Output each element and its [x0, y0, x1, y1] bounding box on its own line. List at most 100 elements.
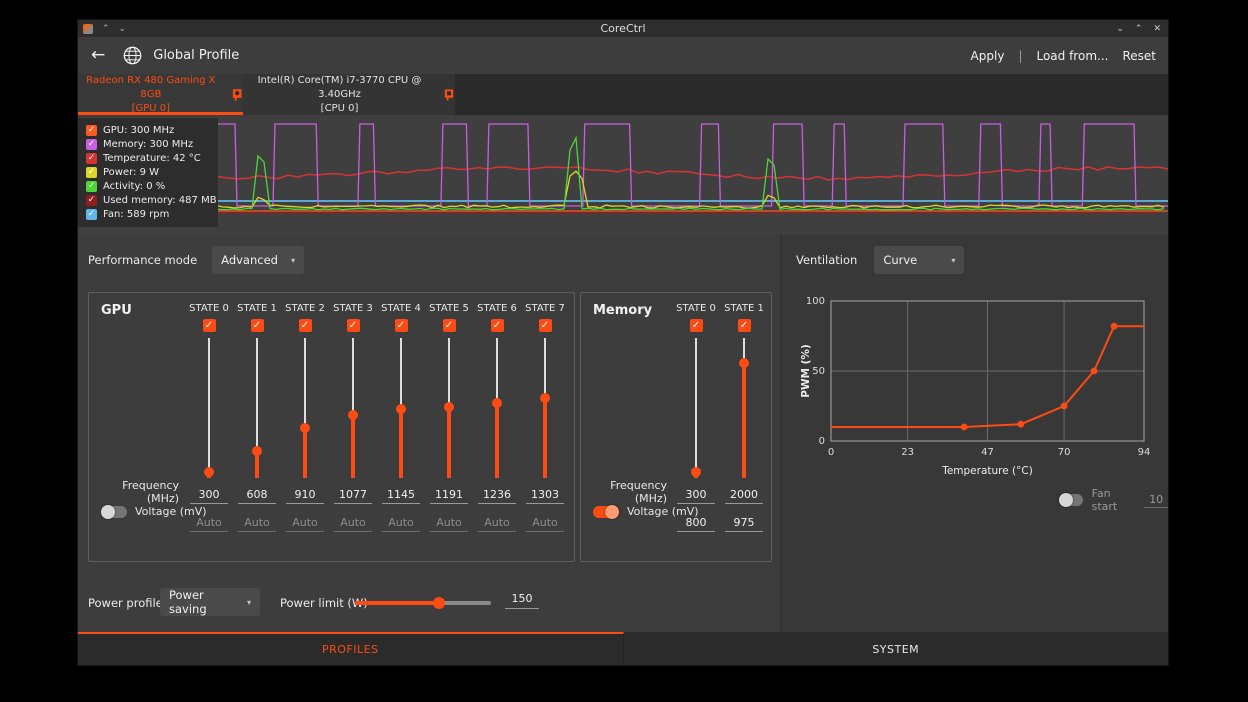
fan-curve-point[interactable] — [1061, 403, 1068, 410]
state-checkbox[interactable]: ✓ — [539, 319, 552, 332]
tab-gpu[interactable]: Radeon RX 480 Gaming X 8GB[GPU 0] — [78, 74, 243, 115]
frequency-value[interactable]: 1191 — [430, 488, 468, 504]
reset-button[interactable]: Reset — [1122, 49, 1156, 63]
keep-above-icon[interactable]: ⌃ — [102, 24, 110, 34]
frequency-value[interactable]: 300 — [677, 488, 715, 504]
frequency-slider[interactable] — [203, 338, 215, 478]
apply-button[interactable]: Apply — [971, 49, 1005, 63]
legend-checkbox-icon[interactable]: ✓ — [86, 195, 97, 206]
frequency-value[interactable]: 608 — [238, 488, 276, 504]
voltage-value[interactable]: Auto — [190, 516, 228, 532]
slider-handle[interactable] — [396, 404, 406, 414]
fan-start-value[interactable]: 10 — [1144, 493, 1168, 508]
power-limit-slider[interactable] — [355, 601, 491, 605]
frequency-value[interactable]: 2000 — [725, 488, 763, 504]
fan-curve-point[interactable] — [1091, 368, 1098, 375]
fan-start-toggle[interactable] — [1059, 494, 1083, 506]
slider-handle[interactable] — [204, 467, 214, 477]
fan-curve-point[interactable] — [1017, 421, 1024, 428]
back-button[interactable]: ← — [91, 47, 105, 64]
state-checkbox[interactable]: ✓ — [491, 319, 504, 332]
voltage-value[interactable]: Auto — [526, 516, 564, 532]
window-title: CoreCtrl — [600, 22, 645, 35]
frequency-value[interactable]: 910 — [286, 488, 324, 504]
frequency-value[interactable]: 1303 — [526, 488, 564, 504]
state-checkbox[interactable]: ✓ — [443, 319, 456, 332]
chevron-down-icon: ▾ — [239, 598, 251, 607]
state-checkbox[interactable]: ✓ — [347, 319, 360, 332]
maximize-button[interactable]: ⌃ — [1135, 24, 1143, 34]
power-limit-slider-handle[interactable] — [433, 597, 445, 609]
frequency-slider[interactable] — [395, 338, 407, 478]
fan-curve-point[interactable] — [961, 424, 968, 431]
voltage-value[interactable]: Auto — [382, 516, 420, 532]
frequency-value[interactable]: 1077 — [334, 488, 372, 504]
power-profile-select[interactable]: Power saving ▾ — [160, 588, 260, 616]
legend-checkbox-icon[interactable]: ✓ — [86, 181, 97, 192]
voltage-value[interactable]: Auto — [334, 516, 372, 532]
legend-label: Temperature: 42 °C — [103, 153, 201, 164]
state-column: STATE 1✓2000975 — [720, 303, 768, 532]
state-checkbox[interactable]: ✓ — [299, 319, 312, 332]
load-from-button[interactable]: Load from... — [1036, 49, 1108, 63]
slider-fill — [495, 400, 499, 478]
legend-checkbox-icon[interactable]: ✓ — [86, 139, 97, 150]
legend-checkbox-icon[interactable]: ✓ — [86, 125, 97, 136]
minimize-button[interactable]: ⌄ — [1116, 24, 1124, 34]
slider-fill — [399, 406, 403, 478]
state-checkbox[interactable]: ✓ — [690, 319, 703, 332]
fan-curve-chart[interactable]: 023477094050100PWM (%)Temperature (°C) — [799, 295, 1151, 490]
frequency-slider[interactable] — [347, 338, 359, 478]
slider-handle[interactable] — [348, 410, 358, 420]
frequency-slider[interactable] — [443, 338, 455, 478]
frequency-slider[interactable] — [251, 338, 263, 478]
voltage-value[interactable]: 975 — [725, 516, 763, 532]
state-checkbox[interactable]: ✓ — [738, 319, 751, 332]
frequency-slider[interactable] — [738, 338, 750, 478]
slider-handle[interactable] — [444, 402, 454, 412]
frequency-value[interactable]: 300 — [190, 488, 228, 504]
frequency-value[interactable]: 1236 — [478, 488, 516, 504]
gpu-voltage-toggle[interactable] — [101, 506, 127, 518]
legend-checkbox-icon[interactable]: ✓ — [86, 209, 97, 220]
slider-handle[interactable] — [300, 423, 310, 433]
state-checkbox[interactable]: ✓ — [395, 319, 408, 332]
slider-handle[interactable] — [691, 467, 701, 477]
state-label: STATE 5 — [429, 303, 469, 317]
gpu-panel: Performance mode Advanced ▾ GPU STATE 0✓… — [78, 235, 780, 632]
frequency-slider[interactable] — [299, 338, 311, 478]
voltage-value[interactable]: Auto — [286, 516, 324, 532]
voltage-value[interactable]: Auto — [238, 516, 276, 532]
close-button[interactable]: ✕ — [1153, 24, 1161, 34]
legend-item: ✓Used memory: 487 MB — [86, 195, 210, 206]
ventilation-mode-select[interactable]: Curve ▾ — [874, 246, 964, 274]
voltage-value[interactable]: Auto — [478, 516, 516, 532]
legend-checkbox-icon[interactable]: ✓ — [86, 153, 97, 164]
frequency-slider[interactable] — [491, 338, 503, 478]
svg-text:23: 23 — [901, 447, 914, 458]
slider-handle[interactable] — [252, 446, 262, 456]
tab-profiles[interactable]: PROFILES — [78, 632, 624, 665]
header: ← Global Profile Apply | Load from... Re… — [78, 37, 1168, 74]
legend-checkbox-icon[interactable]: ✓ — [86, 167, 97, 178]
performance-mode-select[interactable]: Advanced ▾ — [212, 246, 304, 274]
frequency-slider[interactable] — [539, 338, 551, 478]
slider-handle[interactable] — [492, 398, 502, 408]
state-checkbox[interactable]: ✓ — [203, 319, 216, 332]
keep-below-icon[interactable]: ⌄ — [119, 24, 127, 34]
legend-label: GPU: 300 MHz — [103, 125, 174, 136]
frequency-value[interactable]: 1145 — [382, 488, 420, 504]
power-limit-value[interactable]: 150 — [505, 592, 539, 609]
tab-system[interactable]: SYSTEM — [624, 632, 1169, 665]
slider-handle[interactable] — [540, 393, 550, 403]
slider-handle[interactable] — [739, 358, 749, 368]
state-checkbox[interactable]: ✓ — [251, 319, 264, 332]
fan-curve-point[interactable] — [1111, 323, 1118, 330]
monitor-legend: ✓GPU: 300 MHz✓Memory: 300 MHz✓Temperatur… — [78, 118, 218, 227]
memory-voltage-toggle[interactable] — [593, 506, 619, 518]
frequency-slider[interactable] — [690, 338, 702, 478]
tab-cpu[interactable]: Intel(R) Core(TM) i7-3770 CPU @ 3.40GHz[… — [243, 74, 455, 115]
slider-fill — [543, 395, 547, 478]
voltage-value[interactable]: 800 — [677, 516, 715, 532]
voltage-value[interactable]: Auto — [430, 516, 468, 532]
